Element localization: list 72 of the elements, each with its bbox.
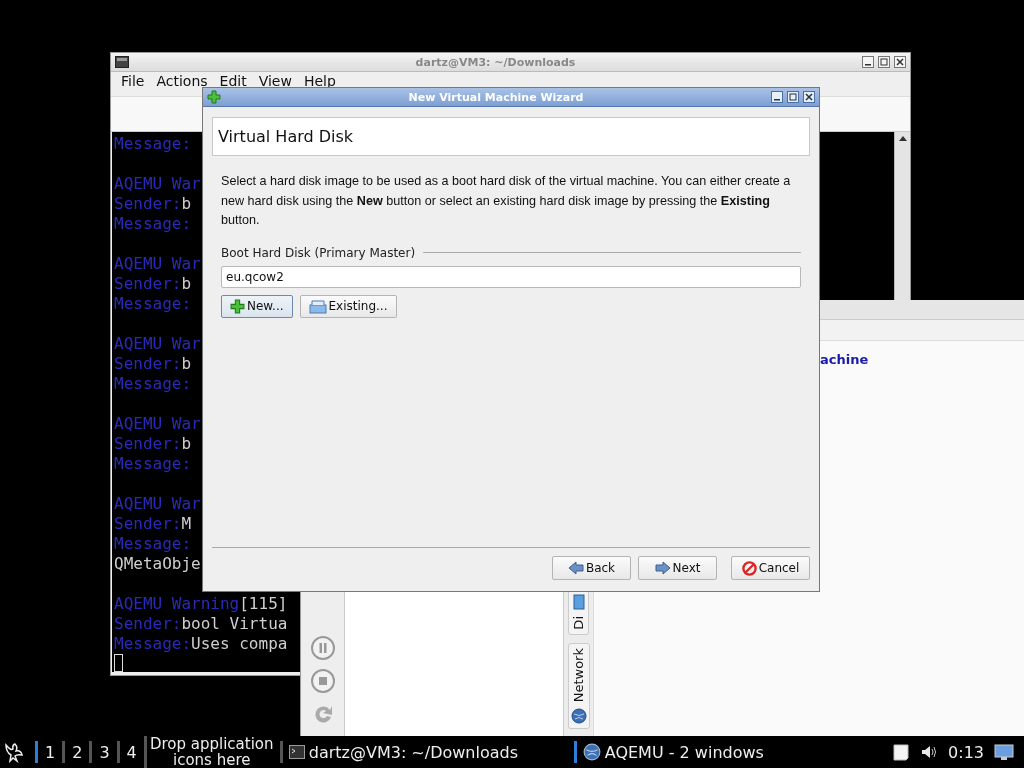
start-menu-icon[interactable] <box>3 741 25 763</box>
nav-button[interactable]: Back <box>552 556 631 580</box>
plus-icon <box>230 298 245 314</box>
close-icon[interactable] <box>894 56 906 68</box>
terminal-line: Message: <box>114 454 192 474</box>
terminal-line: Message: <box>114 294 192 314</box>
terminal-line: Sender:bool Virtua <box>114 614 288 634</box>
right-arrow-icon <box>654 561 671 575</box>
taskbar-task[interactable]: dartz@VM3: ~/Downloads <box>279 741 574 763</box>
page-title: Virtual Hard Disk <box>218 127 354 146</box>
speaker-icon[interactable] <box>920 743 939 761</box>
nav-button[interactable]: Cancel <box>731 556 810 580</box>
menu-item[interactable]: Edit <box>213 73 253 89</box>
globe-icon <box>570 707 587 724</box>
terminal-line: Message: <box>114 134 192 154</box>
pause-icon[interactable] <box>309 635 336 661</box>
close-icon[interactable] <box>803 91 815 103</box>
terminal-line: Sender:b <box>114 354 192 374</box>
clock[interactable]: 0:13 <box>948 742 984 762</box>
launcher-hint: Drop application icons here <box>143 736 274 768</box>
maximize-icon[interactable] <box>878 56 890 68</box>
terminal-line: Sender:b <box>114 194 192 214</box>
globe-icon <box>582 743 601 761</box>
vm-name[interactable]: achine <box>820 352 869 367</box>
menu-item[interactable]: Actions <box>150 73 214 89</box>
stop-icon[interactable] <box>309 668 336 694</box>
drive-icon <box>308 298 327 314</box>
terminal-line: Message: <box>114 214 192 234</box>
terminal-line: AQEMU War <box>114 254 201 274</box>
minimize-icon[interactable] <box>862 56 874 68</box>
scroll-up-icon[interactable] <box>897 134 908 142</box>
workspace-button[interactable]: 3 <box>89 741 117 763</box>
left-arrow-icon <box>567 561 584 575</box>
terminal-line: Message: <box>114 374 192 394</box>
cancel-icon <box>741 560 757 576</box>
disk-button[interactable]: Existing... <box>299 294 397 318</box>
monitor-icon[interactable] <box>994 743 1014 761</box>
terminal-line: AQEMU War <box>114 174 201 194</box>
terminal-line: AQEMU War <box>114 494 201 514</box>
plus-icon <box>207 90 221 104</box>
terminal-line: Sender:M <box>114 514 192 534</box>
group-label: Boot Hard Disk (Primary Master) <box>221 245 416 260</box>
terminal-line: AQEMU War <box>114 414 201 434</box>
terminal-line: Sender:b <box>114 434 192 454</box>
workspace-button[interactable]: 4 <box>116 741 144 763</box>
terminal-icon <box>288 744 305 760</box>
terminal-line: AQEMU War <box>114 334 201 354</box>
workspace-button[interactable]: 2 <box>62 741 90 763</box>
vertical-tab[interactable]: Di <box>568 589 589 635</box>
terminal-line: Message: <box>114 534 192 554</box>
disk-path-field[interactable]: eu.qcow2 <box>221 265 801 288</box>
menu-item[interactable]: Help <box>297 73 342 89</box>
minimize-icon[interactable] <box>771 91 783 103</box>
scrollbar[interactable] <box>894 132 910 302</box>
maximize-icon[interactable] <box>787 91 799 103</box>
terminal-line: Message:Uses compa <box>114 634 288 654</box>
text-cursor <box>114 654 123 672</box>
description-text: Select a hard disk image to be used as a boot hard disk of the virtual machine. You can either create a new hard disk using the New button or select an existing hard disk image by pressing the Existing button. <box>221 173 792 229</box>
window-title: dartz@VM3: ~/Downloads <box>414 55 577 69</box>
vertical-tab[interactable]: Network <box>567 642 590 729</box>
workspace-button[interactable]: 1 <box>35 741 63 763</box>
terminal-line: Sender:b <box>114 274 192 294</box>
terminal-line: AQEMU Warning[115] <box>114 594 288 614</box>
terminal-icon <box>115 56 129 68</box>
taskbar-task[interactable]: AQEMU - 2 windows <box>573 741 770 763</box>
menu-item[interactable]: View <box>252 73 298 89</box>
window-title: New Virtual Machine Wizard <box>407 90 585 104</box>
menu-item[interactable]: File <box>115 73 151 89</box>
nav-button[interactable]: Next <box>638 556 717 580</box>
terminal-line: QMetaObje <box>114 554 201 574</box>
notes-icon[interactable] <box>892 743 911 761</box>
disk-button[interactable]: New... <box>221 294 293 318</box>
